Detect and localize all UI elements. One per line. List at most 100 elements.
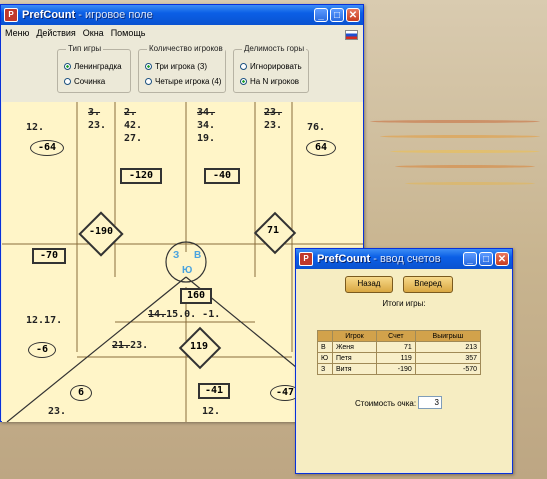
close-button[interactable]: ✕: [495, 252, 509, 266]
table-cell: 213: [414, 341, 482, 353]
radio-dot-icon: [64, 63, 71, 70]
menu-item-menu[interactable]: Меню: [5, 28, 29, 38]
column3-score: 42.: [124, 120, 143, 131]
menu-item-windows[interactable]: Окна: [83, 28, 104, 38]
table-cell: -570: [414, 363, 482, 375]
right-column-score: 76.: [307, 122, 326, 133]
column5-struck: 23.: [264, 107, 283, 118]
bottom-box: -41: [198, 383, 230, 399]
cost-label: Стоимость очка:: [355, 399, 417, 408]
radio-dot-icon: [145, 78, 152, 85]
radio-dot-icon: [240, 78, 247, 85]
title-bar[interactable]: P PrefCount - игровое поле _ □ ✕: [1, 5, 363, 25]
radio-ignore[interactable]: Игнорировать: [240, 62, 302, 71]
column-header: Счет: [375, 330, 416, 342]
dialog-body: Назад Вперед Итоги игры: Игрок Счет Выиг…: [297, 269, 511, 472]
radio-sochinka[interactable]: Сочинка: [64, 77, 105, 86]
menu-item-help[interactable]: Помощь: [111, 28, 146, 38]
wood-streak: [380, 135, 540, 138]
column4-box: -40: [204, 168, 240, 184]
player-letter: З: [173, 250, 180, 261]
table-cell: Ю: [317, 352, 333, 364]
radio-dot-icon: [240, 63, 247, 70]
column3-box: -120: [120, 168, 162, 184]
left-mid-whist: -6: [28, 342, 56, 358]
left-column-score: 12.: [26, 122, 45, 133]
minimize-button[interactable]: _: [314, 8, 328, 22]
cost-input[interactable]: 3: [418, 396, 442, 409]
column-header: [317, 330, 333, 342]
table-row: З Витя -190 -570: [317, 363, 482, 375]
wood-streak: [405, 182, 535, 185]
diamond-bottom-value: 119: [189, 341, 209, 352]
table-row: Ю Петя 119 357: [317, 352, 482, 364]
player-letter: В: [194, 250, 202, 261]
wood-streak: [370, 120, 540, 123]
left-mid-score: 12.17.: [26, 315, 63, 326]
table-cell: З: [317, 363, 333, 375]
table-cell: 119: [375, 352, 416, 364]
right-column-whist: 64: [306, 140, 336, 156]
app-icon: P: [299, 252, 313, 266]
player-letter: Ю: [182, 265, 193, 276]
column-header: Игрок: [332, 330, 377, 342]
table-cell: Женя: [332, 341, 377, 353]
column5-score: 23.: [264, 120, 283, 131]
next-button[interactable]: Вперед: [403, 276, 453, 293]
table-cell: Витя: [332, 363, 377, 375]
column3-struck: 2.: [124, 107, 137, 118]
group-legend: Тип игры: [66, 44, 104, 53]
column-header: Выигрыш: [414, 330, 482, 342]
radio-leningradka[interactable]: Ленинградка: [64, 62, 122, 71]
table-row: В Женя 71 213: [317, 341, 482, 353]
radio-dot-icon: [145, 63, 152, 70]
close-button[interactable]: ✕: [346, 8, 360, 22]
diamond-right-value: 71: [266, 225, 280, 236]
group-legend: Количество игроков: [147, 44, 225, 53]
column4-score: 34.: [197, 120, 216, 131]
column3-score: 27.: [124, 133, 143, 144]
radio-dot-icon: [64, 78, 71, 85]
menu-bar: Меню Действия Окна Помощь: [1, 25, 363, 41]
left-mid-box: -70: [32, 248, 66, 264]
results-title: Итоги игры:: [382, 299, 426, 308]
minimize-button[interactable]: _: [463, 252, 477, 266]
radio-four-players[interactable]: Четыре игрока (4): [145, 77, 221, 86]
wood-streak: [395, 165, 535, 168]
radio-n-players[interactable]: На N игроков: [240, 77, 299, 86]
bottom-scores: 21.23.: [112, 340, 149, 351]
table-cell: 71: [375, 341, 416, 353]
center-scores: 14.15.0. -1.: [148, 309, 221, 320]
language-flag-icon[interactable]: [345, 30, 358, 40]
bottom-left-whist: 6: [70, 385, 92, 401]
table-cell: В: [317, 341, 333, 353]
group-legend: Делимость горы: [242, 44, 307, 53]
dialog-title-bar[interactable]: P PrefCount - ввод счетов _ □ ✕: [296, 249, 512, 269]
column2-score: 23.: [88, 120, 107, 131]
mountain-group: Делимость горы Игнорировать На N игроков: [233, 44, 309, 93]
window-title: PrefCount - игровое поле: [22, 9, 153, 21]
bottom-left-score: 23.: [48, 406, 67, 417]
left-column-whist: -64: [30, 140, 64, 156]
table-cell: -190: [375, 363, 416, 375]
players-group: Количество игроков Три игрока (3) Четыре…: [138, 44, 226, 93]
center-box: 160: [180, 288, 212, 304]
menu-item-actions[interactable]: Действия: [36, 28, 75, 38]
maximize-button[interactable]: □: [330, 8, 344, 22]
bottom-mid-score: 12.: [202, 406, 221, 417]
results-table: Игрок Счет Выигрыш В Женя 71 213 Ю Петя …: [317, 330, 482, 375]
game-type-group: Тип игры Ленинградка Сочинка: [57, 44, 131, 93]
table-cell: Петя: [332, 352, 377, 364]
diamond-left-value: -190: [88, 226, 114, 237]
column4-struck: 34.: [197, 107, 216, 118]
column2-struck: 3.: [88, 107, 101, 118]
table-header-row: Игрок Счет Выигрыш: [317, 330, 482, 342]
dialog-title: PrefCount - ввод счетов: [317, 253, 441, 265]
maximize-button[interactable]: □: [479, 252, 493, 266]
app-icon: P: [4, 8, 18, 22]
back-button[interactable]: Назад: [345, 276, 393, 293]
column4-score: 19.: [197, 133, 216, 144]
table-cell: 357: [414, 352, 482, 364]
wood-streak: [390, 150, 540, 153]
radio-three-players[interactable]: Три игрока (3): [145, 62, 207, 71]
